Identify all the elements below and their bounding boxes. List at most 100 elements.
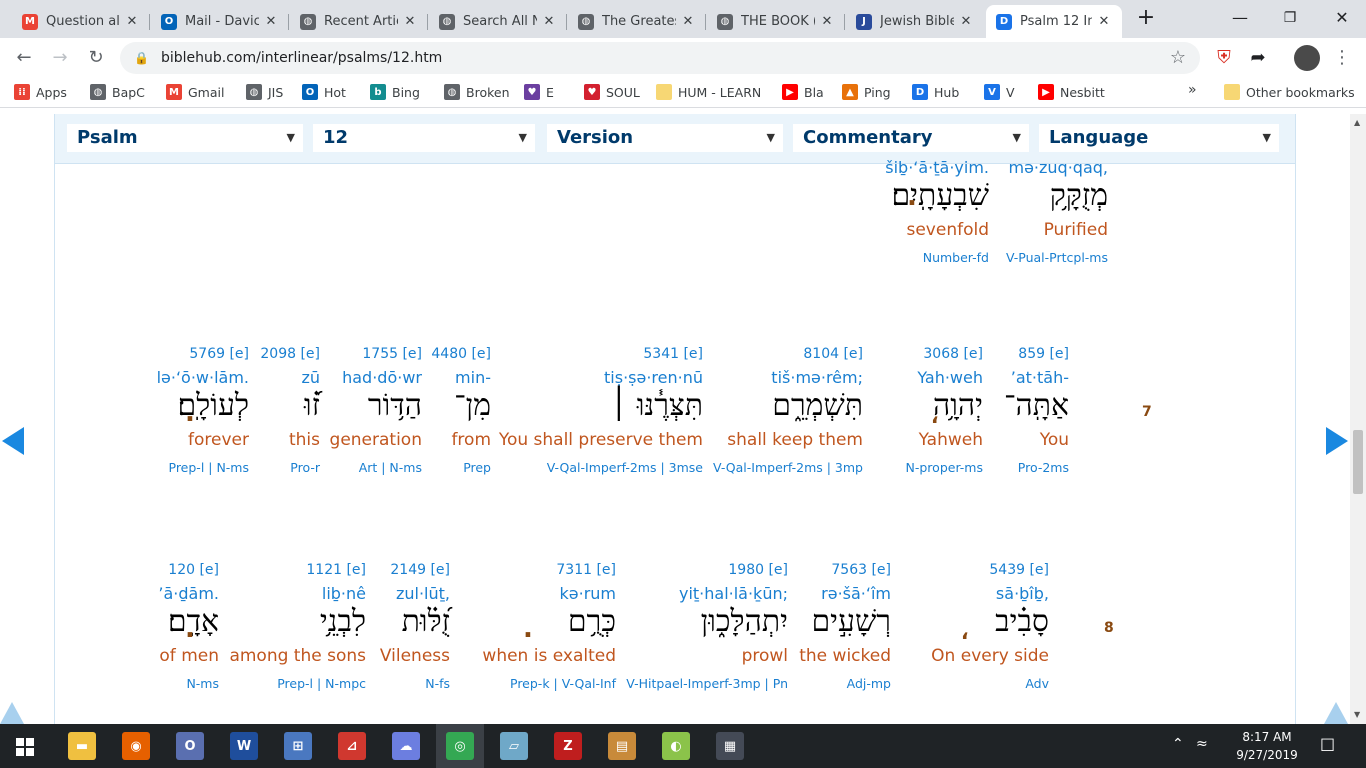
parsing-link[interactable]: V-Pual-Prtcpl-ms [1006,250,1108,265]
strongs-number-link[interactable]: 8104 [e] [803,346,863,362]
hebrew-word[interactable]: יְהוָ֥ה [933,388,983,423]
scroll-top-right-arrow[interactable] [1324,702,1348,724]
strongs-number-link[interactable]: 7311 [e] [556,562,616,578]
hebrew-word[interactable]: מְזֻקָּ֥ק [1050,178,1108,213]
bookmark-bla[interactable]: ▶ Bla [782,84,824,100]
tab-close-icon[interactable]: ✕ [680,14,696,29]
scroll-up-icon[interactable]: ▲ [1354,118,1360,127]
bookmark-bing[interactable]: b Bing [370,84,420,100]
parsing-link[interactable]: V-Qal-Imperf-2ms | 3mp [713,460,863,475]
bookmark-star-icon[interactable]: ☆ [1166,46,1190,70]
strongs-number-link[interactable]: 1980 [e] [728,562,788,578]
notifications-icon[interactable]: □ [1320,734,1335,753]
address-bar[interactable]: 🔒 biblehub.com/interlinear/psalms/12.htm [120,42,1200,74]
clock-date[interactable]: 9/27/2019 [1222,748,1312,762]
verse-number-7[interactable]: 7 [1142,404,1152,420]
parsing-link[interactable]: N-proper-ms [906,460,983,475]
strongs-number-link[interactable]: 5769 [e] [189,346,249,362]
tab-3[interactable]: ◍ Search All N ✕ [429,5,567,38]
hebrew-word[interactable]: לִבְנֵ֥י [320,604,366,639]
strongs-number-link[interactable]: 3068 [e] [923,346,983,362]
menu-dots-icon[interactable]: ⋮ [1330,46,1354,70]
tab-close-icon[interactable]: ✕ [124,14,140,29]
strongs-number-link[interactable]: 4480 [e] [431,346,491,362]
parsing-link[interactable]: V-Hitpael-Imperf-3mp | Pn [626,676,788,691]
tab-close-icon[interactable]: ✕ [541,14,557,29]
hebrew-word[interactable]: סָבִ֗יב [995,604,1049,639]
previous-chapter-arrow[interactable] [2,427,24,455]
tab-1[interactable]: O Mail - Davic ✕ [151,5,289,38]
bookmarks-overflow-icon[interactable]: » [1188,82,1197,98]
tab-7[interactable]: D Psalm 12 In ✕ [986,5,1122,38]
tab-close-icon[interactable]: ✕ [958,14,974,29]
select-commentary[interactable]: Commentary ▼ [793,124,1029,152]
outlook-app-icon[interactable]: O [176,732,204,760]
windows-start-icon[interactable] [16,738,34,756]
bookmark-ping[interactable]: ▲ Ping [842,84,891,100]
parsing-link[interactable]: Number-fd [923,250,989,265]
filezilla-icon[interactable]: Z [554,732,582,760]
tab-close-icon[interactable]: ✕ [402,14,418,29]
forward-arrow-icon[interactable]: → [48,46,72,70]
reload-icon[interactable]: ↻ [84,46,108,70]
bookmark-nesbitt[interactable]: ▶ Nesbitt [1038,84,1105,100]
strongs-number-link[interactable]: 120 [e] [168,562,219,578]
bookmark-gmail[interactable]: M Gmail [166,84,224,100]
tab-5[interactable]: ◍ THE BOOK (✕ [707,5,845,38]
bookmark-e[interactable]: ♥ E [524,84,554,100]
hebrew-word[interactable]: רְשָׁעִ֣ים [811,604,891,639]
page-scrollbar[interactable]: ▲ ▼ [1350,114,1366,724]
bookmark-hot[interactable]: O Hot [302,84,346,100]
bible-app-icon[interactable]: ▤ [608,732,636,760]
hebrew-word[interactable]: אַתָּֽה־ [1004,388,1069,423]
parsing-link[interactable]: Prep-l | N-ms [169,460,250,475]
select-12[interactable]: 12 ▼ [313,124,535,152]
parsing-link[interactable]: Art | N-ms [359,460,422,475]
bookmark-v[interactable]: VV [984,84,1015,100]
strongs-number-link[interactable]: 5439 [e] [989,562,1049,578]
android-icon[interactable]: ◐ [662,732,690,760]
restore-button[interactable]: ❐ [1270,6,1310,30]
tab-close-icon[interactable]: ✕ [263,14,279,29]
bookmark-bapc[interactable]: ◍ BapC [90,84,145,100]
parsing-link[interactable]: Adv [1025,676,1049,691]
parsing-link[interactable]: V-Qal-Imperf-2ms | 3mse [547,460,703,475]
parsing-link[interactable]: Pro-r [290,460,320,475]
hebrew-word[interactable]: תִּשְׁמְרֵ֑ם [772,388,863,423]
strongs-number-link[interactable]: 859 [e] [1018,346,1069,362]
notepad-icon[interactable]: ▱ [500,732,528,760]
profile-avatar[interactable] [1294,45,1320,71]
hebrew-word[interactable]: זֻ֝לּ֗וּת [402,604,450,639]
verse-number-8[interactable]: 8 [1104,620,1114,636]
hebrew-word[interactable]: מִן־ [454,388,491,423]
video-app-icon[interactable]: ▦ [716,732,744,760]
strongs-number-link[interactable]: 2149 [e] [390,562,450,578]
pdf-icon[interactable]: ⊿ [338,732,366,760]
parsing-link[interactable]: Prep [463,460,491,475]
cloud-drive-icon[interactable]: ☁ [392,732,420,760]
select-language[interactable]: Language ▼ [1039,124,1279,152]
parsing-link[interactable]: N-fs [425,676,450,691]
tray-chevron-icon[interactable]: ⌃ [1172,736,1184,752]
tab-4[interactable]: ◍ The Greates ✕ [568,5,706,38]
hebrew-word[interactable]: יִתְהַלָּכ֑וּן [701,604,788,639]
bookmark-hub[interactable]: D Hub [912,84,959,100]
bookmark-broken[interactable]: ◍ Broken [444,84,510,100]
parsing-link[interactable]: Prep-k | V-Qal-Inf [510,676,616,691]
hebrew-word[interactable]: הַדּ֥וֹר [368,388,422,423]
tab-close-icon[interactable]: ✕ [1096,14,1112,29]
bookmark-soul[interactable]: ♥ SOUL [584,84,640,100]
tab-6[interactable]: J Jewish Bible ✕ [846,5,984,38]
firefox-icon[interactable]: ◉ [122,732,150,760]
other-bookmarks[interactable]: Other bookmarks [1224,84,1355,100]
minimize-button[interactable]: — [1220,6,1260,30]
back-arrow-icon[interactable]: ← [12,46,36,70]
scrollbar-thumb[interactable] [1353,430,1363,494]
clock-time[interactable]: 8:17 AM [1222,730,1312,744]
word-icon[interactable]: W [230,732,258,760]
extension-shield-icon[interactable]: ⛨ [1212,46,1236,70]
scroll-top-left-arrow[interactable] [0,702,24,724]
strongs-number-link[interactable]: 5341 [e] [643,346,703,362]
strongs-number-link[interactable]: 2098 [e] [260,346,320,362]
strongs-number-link[interactable]: 1121 [e] [306,562,366,578]
